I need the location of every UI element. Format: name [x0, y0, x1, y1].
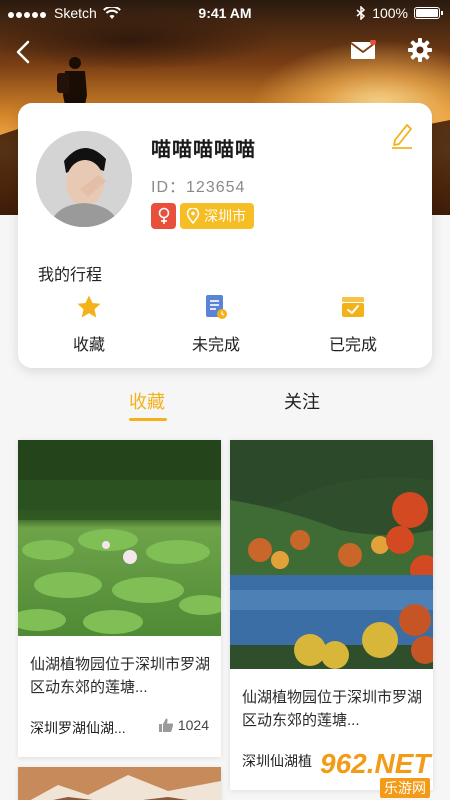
thumbs-up-icon	[158, 718, 173, 732]
trip-completed-label: 已完成	[328, 337, 377, 354]
my-trips-title: 我的行程	[38, 267, 103, 284]
gender-icon	[158, 207, 169, 224]
city-badge: 深圳市	[180, 203, 254, 229]
status-right-group: 100%	[356, 5, 443, 21]
battery-percent: 100%	[372, 5, 408, 21]
trip-completed-button[interactable]: 已完成	[303, 293, 403, 355]
watermark-brand: 962.NET	[320, 748, 431, 779]
feed-location: 深圳罗湖仙湖...	[30, 720, 126, 736]
trip-favorites-button[interactable]: 收藏	[39, 293, 139, 355]
trip-unfinished-label: 未完成	[191, 337, 240, 354]
feed-description: 仙湖植物园位于深圳市罗湖区动东郊的莲塘...	[30, 656, 211, 696]
user-nickname: 喵喵喵喵喵	[151, 139, 256, 161]
feed-card[interactable]: 仙湖植物园位于深圳市罗湖区动东郊的莲塘... 深圳罗湖仙湖... 1024	[18, 440, 221, 757]
tab-following[interactable]: 关注	[284, 388, 320, 414]
feed-location: 深圳仙湖植	[242, 753, 312, 769]
battery-icon	[414, 7, 443, 19]
snow-mountain-photo	[18, 767, 221, 800]
city-name: 深圳市	[204, 208, 246, 224]
active-tab-indicator	[129, 418, 167, 421]
avatar-portrait	[36, 131, 132, 227]
trip-favorites-label: 收藏	[72, 337, 105, 354]
feed-card[interactable]: 仙湖植物园位于深圳市罗湖区动东郊的莲塘... 深圳仙湖植	[230, 440, 433, 790]
avatar[interactable]	[36, 131, 132, 227]
back-arrow-icon[interactable]	[12, 38, 36, 66]
like-count: 1024	[177, 717, 209, 733]
profile-card: 喵喵喵喵喵 ID：123654 深圳市 我的行程 收藏 未完成 已完成	[18, 103, 432, 368]
trip-unfinished-button[interactable]: 未完成	[166, 293, 266, 355]
user-id-label: ID：	[151, 179, 187, 196]
top-nav-bar	[0, 30, 450, 74]
bluetooth-icon	[356, 6, 366, 20]
like-counter[interactable]: 1024	[158, 717, 209, 733]
feed-description: 仙湖植物园位于深圳市罗湖区动东郊的莲塘...	[242, 689, 423, 729]
watermark-subtitle: 乐游网	[380, 778, 430, 798]
location-pin-icon	[186, 208, 200, 224]
star-icon	[77, 295, 101, 318]
edit-pencil-icon[interactable]	[390, 121, 414, 149]
autumn-lake-photo	[230, 440, 433, 669]
lotus-pond-photo	[18, 440, 221, 636]
user-id: ID：123654	[151, 173, 245, 197]
check-inbox-icon	[342, 297, 364, 317]
feed-card[interactable]	[18, 767, 221, 800]
tab-favorites[interactable]: 收藏	[129, 388, 165, 414]
status-bar: Sketch 9:41 AM 100%	[0, 0, 450, 26]
document-pending-icon	[206, 295, 227, 319]
user-id-value: 123654	[186, 179, 246, 196]
gear-icon[interactable]	[406, 36, 434, 64]
site-watermark: 962.NET 乐游网	[320, 748, 440, 798]
gender-badge	[151, 203, 176, 229]
mail-icon[interactable]	[350, 40, 376, 60]
